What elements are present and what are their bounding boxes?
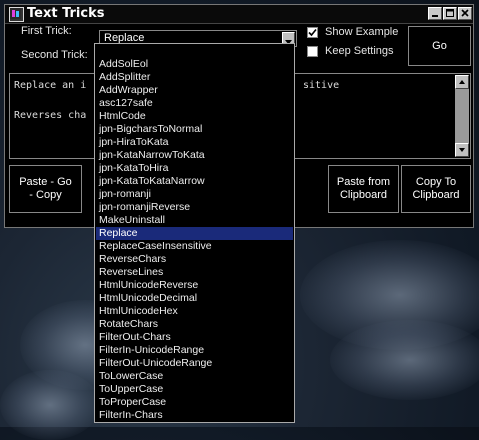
vertical-scrollbar[interactable] [455, 75, 469, 157]
scroll-up-button[interactable] [455, 75, 469, 89]
first-trick-label: First Trick: [21, 25, 72, 37]
maximize-icon [446, 9, 454, 17]
minimize-icon [432, 15, 438, 17]
second-trick-label: Second Trick: [21, 49, 88, 61]
dropdown-option[interactable]: ToLowerCase [96, 370, 293, 383]
minimize-button[interactable] [428, 7, 442, 20]
dropdown-option[interactable]: FilterOut-UnicodeRange [96, 357, 293, 370]
cloud [0, 370, 100, 440]
dropdown-option[interactable]: AddWrapper [96, 84, 293, 97]
scroll-down-button[interactable] [455, 143, 469, 157]
keep-settings-checkbox[interactable] [307, 46, 318, 57]
dropdown-option[interactable]: jpn-romanji [96, 188, 293, 201]
show-example-label: Show Example [325, 26, 399, 38]
copy-to-clipboard-button[interactable]: Copy To Clipboard [401, 165, 471, 213]
cloud [330, 320, 479, 400]
dropdown-option[interactable]: FilterIn-Chars [96, 409, 293, 422]
dropdown-option[interactable]: ToProperCase [96, 396, 293, 409]
dropdown-option[interactable]: ReverseChars [96, 253, 293, 266]
window-title: Text Tricks [27, 6, 105, 21]
dropdown-option[interactable]: jpn-KataNarrowToKata [96, 149, 293, 162]
chevron-down-icon [459, 148, 465, 152]
dropdown-option[interactable]: HtmlCode [96, 110, 293, 123]
dropdown-option[interactable]: jpn-KataToHira [96, 162, 293, 175]
dropdown-option[interactable]: HtmlUnicodeDecimal [96, 292, 293, 305]
dropdown-option[interactable]: Replace [96, 227, 293, 240]
close-button[interactable] [458, 7, 472, 20]
checkmark-icon [308, 28, 317, 37]
dropdown-option[interactable]: FilterOut-Chars [96, 331, 293, 344]
dropdown-option[interactable]: ReverseLines [96, 266, 293, 279]
scroll-thumb[interactable] [455, 89, 469, 143]
dropdown-option[interactable]: jpn-romanjiReverse [96, 201, 293, 214]
chevron-up-icon [459, 80, 465, 84]
dropdown-option[interactable]: jpn-HiraToKata [96, 136, 293, 149]
title-bar[interactable]: Text Tricks [5, 5, 473, 24]
dropdown-option[interactable]: HtmlUnicodeHex [96, 305, 293, 318]
dropdown-option[interactable]: AddSplitter [96, 71, 293, 84]
textarea-line: Reverses cha [14, 110, 87, 121]
dropdown-option[interactable]: jpn-KataToKataNarrow [96, 175, 293, 188]
dropdown-option[interactable]: FilterIn-UnicodeRange [96, 344, 293, 357]
maximize-button[interactable] [443, 7, 457, 20]
paste-from-clipboard-button[interactable]: Paste from Clipboard [328, 165, 399, 213]
show-example-checkbox[interactable] [307, 27, 318, 38]
dropdown-option[interactable]: MakeUninstall [96, 214, 293, 227]
paste-go-copy-button[interactable]: Paste - Go - Copy [9, 165, 82, 213]
dropdown-option[interactable]: ReplaceCaseInsensitive [96, 240, 293, 253]
app-icon[interactable] [9, 7, 24, 22]
dropdown-option[interactable]: asc127safe [96, 97, 293, 110]
dropdown-option[interactable]: ToUpperCase [96, 383, 293, 396]
go-button[interactable]: Go [408, 26, 471, 66]
dropdown-option[interactable]: HtmlUnicodeReverse [96, 279, 293, 292]
dropdown-option[interactable]: jpn-BigcharsToNormal [96, 123, 293, 136]
first-trick-dropdown-list[interactable]: AddSolEol AddSplitter AddWrapper asc127safe… [94, 43, 295, 423]
dropdown-option[interactable]: RotateChars [96, 318, 293, 331]
close-icon [461, 9, 469, 17]
keep-settings-label: Keep Settings [325, 45, 394, 57]
dropdown-option[interactable]: AddSolEol [96, 58, 293, 71]
